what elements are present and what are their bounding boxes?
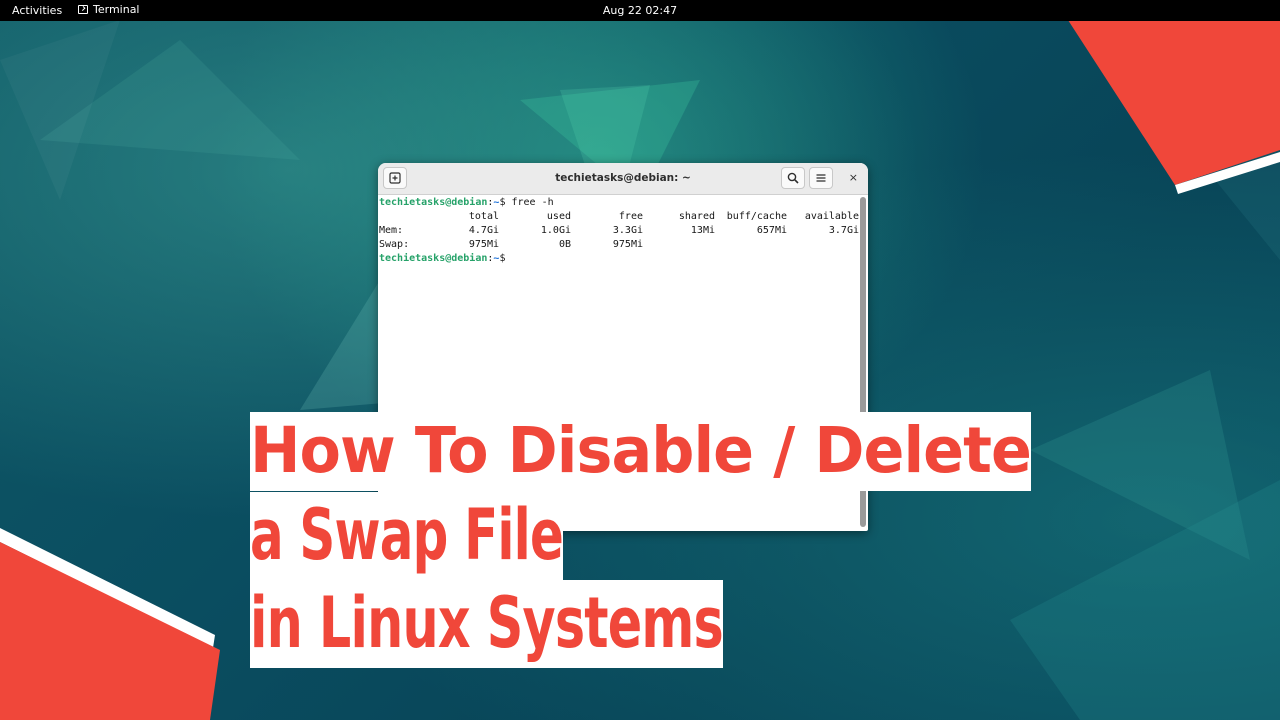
row-cell: 975Mi <box>612 239 643 250</box>
headline-line-1: How To Disable / Delete <box>250 412 1031 491</box>
command-text: free -h <box>511 197 554 208</box>
row-cell: 975Mi <box>468 239 499 250</box>
header-cell: total <box>468 211 499 222</box>
header-cell: used <box>546 211 571 222</box>
row-cell: 4.7Gi <box>468 225 499 236</box>
prompt-suffix: $ <box>499 253 512 264</box>
red-corner-shape-bottom <box>0 528 220 720</box>
headline-line-3: in Linux Systems <box>250 580 723 668</box>
menu-button[interactable] <box>809 167 833 189</box>
prompt-user: techietasks@debian <box>379 253 488 264</box>
row-cell: 657Mi <box>756 225 787 236</box>
header-cell <box>379 210 451 224</box>
row-cell: 3.3Gi <box>612 225 643 236</box>
free-header-row: total used free shared buff/cache availa… <box>379 210 859 224</box>
search-icon <box>787 172 799 184</box>
close-button[interactable]: × <box>849 171 858 184</box>
prompt-line: techietasks@debian:~$ <box>379 253 512 264</box>
headline-line-2: a Swap File <box>250 492 563 580</box>
header-cell: free <box>618 211 643 222</box>
row-cell <box>715 238 787 252</box>
row-cell: Swap: <box>379 239 410 250</box>
row-cell: 0B <box>558 239 571 250</box>
prompt-suffix: $ <box>499 197 512 208</box>
terminal-header-bar[interactable]: techietasks@debian: ~ × <box>378 163 868 195</box>
header-cell: buff/cache <box>726 211 787 222</box>
row-cell: Mem: <box>379 225 404 236</box>
header-cell: available <box>804 211 859 222</box>
command-line: techietasks@debian:~$ free -h <box>379 197 554 208</box>
header-cell: shared <box>678 211 715 222</box>
row-cell: 13Mi <box>690 225 715 236</box>
free-mem-row: Mem: 4.7Gi 1.0Gi 3.3Gi 13Mi 657Mi 3.7Gi <box>379 224 859 238</box>
row-cell: 3.7Gi <box>828 225 859 236</box>
row-cell: 1.0Gi <box>540 225 571 236</box>
free-swap-row: Swap: 975Mi 0B 975Mi <box>379 238 858 252</box>
red-corner-shape-top <box>1055 0 1280 194</box>
clock[interactable]: Aug 22 02:47 <box>0 4 1280 17</box>
row-cell <box>643 238 715 252</box>
row-cell <box>787 238 859 252</box>
hamburger-menu-icon <box>816 174 826 182</box>
prompt-user: techietasks@debian <box>379 197 488 208</box>
search-button[interactable] <box>781 167 805 189</box>
top-bar: Activities Terminal Aug 22 02:47 <box>0 0 1280 21</box>
